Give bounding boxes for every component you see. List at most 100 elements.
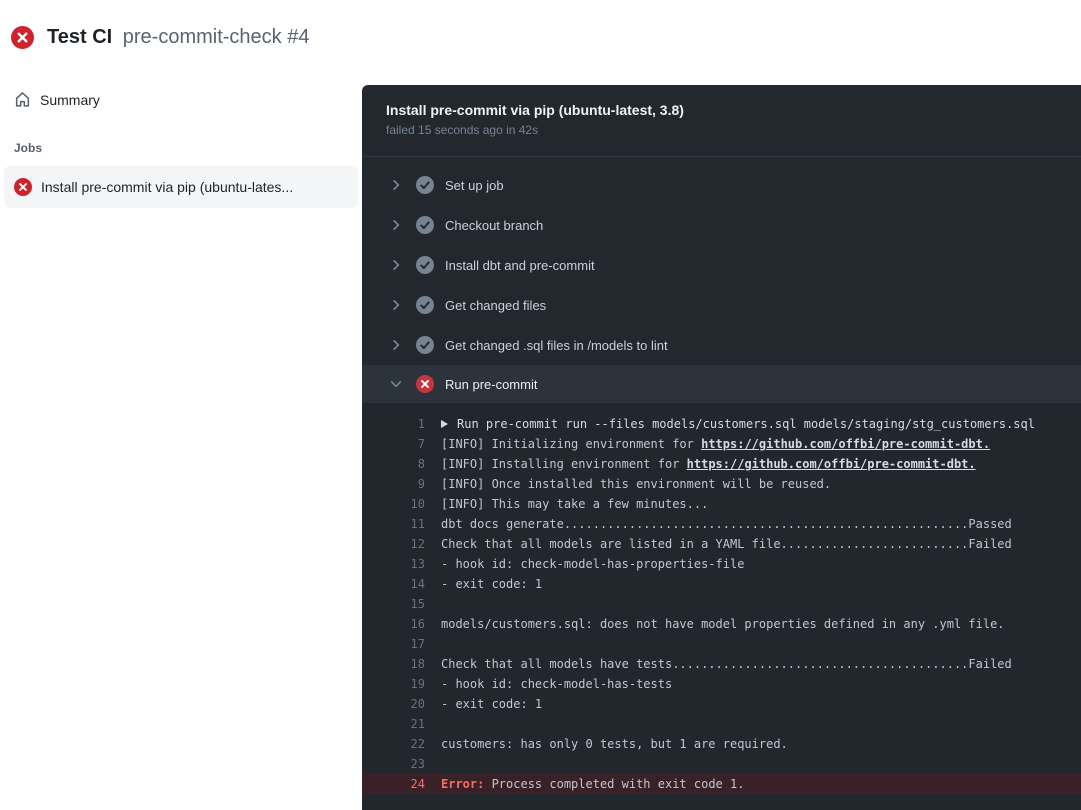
step-success-icon (416, 176, 434, 194)
log-line-number[interactable]: 22 (362, 734, 425, 754)
step-label: Get changed files (445, 298, 546, 313)
sidebar-item-summary[interactable]: Summary (0, 85, 362, 114)
log-line-text: - exit code: 1 (441, 694, 542, 714)
step-label: Get changed .sql files in /models to lin… (445, 338, 668, 353)
log-line: 15 (362, 594, 1081, 614)
error-label: Error: (441, 777, 484, 791)
log-line-number[interactable]: 7 (362, 434, 425, 454)
home-icon (14, 91, 31, 108)
log-line: 22 customers: has only 0 tests, but 1 are… (362, 734, 1081, 754)
run-title: Test CI pre-commit-check #4 (47, 26, 309, 49)
log-line: 17 (362, 634, 1081, 654)
expand-group-triangle-icon[interactable] (441, 420, 448, 428)
log-line-number[interactable]: 20 (362, 694, 425, 714)
log-line-number[interactable]: 15 (362, 594, 425, 614)
chevron-down-icon (388, 376, 404, 392)
log-line-number[interactable]: 23 (362, 754, 425, 774)
step-success-icon (416, 336, 434, 354)
job-log-panel: Install pre-commit via pip (ubuntu-lates… (362, 85, 1081, 810)
log-line-number[interactable]: 9 (362, 474, 425, 494)
log-line-number[interactable]: 10 (362, 494, 425, 514)
log-line: 1 Run pre-commit run --files models/custo… (362, 414, 1081, 434)
log-line-text: - exit code: 1 (441, 574, 542, 594)
job-status-line: failed 15 seconds ago in 42s (386, 123, 1057, 137)
log-line: 19 - hook id: check-model-has-tests (362, 674, 1081, 694)
log-line-number[interactable]: 19 (362, 674, 425, 694)
log-line-text: [INFO] Installing environment for https:… (441, 454, 976, 474)
chevron-right-icon (388, 217, 404, 233)
log-line-text: - hook id: check-model-has-properties-fi… (441, 554, 744, 574)
log-line: 9 [INFO] Once installed this environment … (362, 474, 1081, 494)
step-label: Install dbt and pre-commit (445, 258, 595, 273)
log-line: 21 (362, 714, 1081, 734)
job-label: Install pre-commit via pip (ubuntu-lates… (41, 179, 293, 195)
log-line-text: customers: has only 0 tests, but 1 are r… (441, 734, 788, 754)
log-area: 1 Run pre-commit run --files models/custo… (362, 403, 1081, 810)
log-line: 11 dbt docs generate.....................… (362, 514, 1081, 534)
chevron-right-icon (388, 297, 404, 313)
log-line: 8 [INFO] Installing environment for https… (362, 454, 1081, 474)
log-line-number[interactable]: 16 (362, 614, 425, 634)
run-name: pre-commit-check #4 (123, 26, 310, 48)
step-run-pre-commit[interactable]: Run pre-commit (362, 365, 1081, 403)
log-line-text: - hook id: check-model-has-tests (441, 674, 672, 694)
log-line-number[interactable]: 14 (362, 574, 425, 594)
step-label: Checkout branch (445, 218, 543, 233)
summary-label: Summary (40, 92, 100, 108)
log-line-text: models/customers.sql: does not have mode… (441, 614, 1005, 634)
step-checkout-branch[interactable]: Checkout branch (362, 205, 1081, 245)
job-panel-header: Install pre-commit via pip (ubuntu-lates… (362, 85, 1081, 157)
log-link[interactable]: https://github.com/offbi/pre-commit-dbt. (687, 457, 976, 471)
log-line-text: Check that all models are listed in a YA… (441, 534, 1012, 554)
log-line-number[interactable]: 24 (362, 774, 425, 794)
step-label: Run pre-commit (445, 377, 537, 392)
step-success-icon (416, 256, 434, 274)
job-failed-icon (14, 178, 32, 196)
jobs-heading: Jobs (0, 141, 362, 155)
log-line: 7 [INFO] Initializing environment for htt… (362, 434, 1081, 454)
job-title: Install pre-commit via pip (ubuntu-lates… (386, 102, 1057, 118)
log-line: 24 Error: Process completed with exit cod… (362, 774, 1081, 794)
log-line-text: Run pre-commit run --files models/custom… (441, 414, 1035, 434)
step-get-changed-files[interactable]: Get changed files (362, 285, 1081, 325)
sidebar-job-install-pre-commit[interactable]: Install pre-commit via pip (ubuntu-lates… (4, 166, 358, 208)
log-line: 16 models/customers.sql: does not have mo… (362, 614, 1081, 634)
log-line-text: dbt docs generate.......................… (441, 514, 1012, 534)
run-header: Test CI pre-commit-check #4 (11, 26, 309, 49)
log-line: 23 (362, 754, 1081, 774)
log-line-number[interactable]: 13 (362, 554, 425, 574)
log-line-number[interactable]: 12 (362, 534, 425, 554)
log-line-text: [INFO] This may take a few minutes... (441, 494, 708, 514)
log-line-text: [INFO] Initializing environment for http… (441, 434, 990, 454)
step-label: Set up job (445, 178, 504, 193)
log-line-text: [INFO] Once installed this environment w… (441, 474, 831, 494)
steps-list: Set up job Checkout branch Install dbt and… (362, 157, 1081, 403)
chevron-right-icon (388, 337, 404, 353)
step-failed-icon (416, 375, 434, 393)
log-line-text: Check that all models have tests........… (441, 654, 1012, 674)
chevron-right-icon (388, 257, 404, 273)
log-line: 10 [INFO] This may take a few minutes... (362, 494, 1081, 514)
step-success-icon (416, 216, 434, 234)
log-line: 18 Check that all models have tests......… (362, 654, 1081, 674)
log-line: 12 Check that all models are listed in a … (362, 534, 1081, 554)
log-line-number[interactable]: 18 (362, 654, 425, 674)
step-set-up-job[interactable]: Set up job (362, 165, 1081, 205)
log-link[interactable]: https://github.com/offbi/pre-commit-dbt. (701, 437, 990, 451)
log-line: 14 - exit code: 1 (362, 574, 1081, 594)
log-line-number[interactable]: 1 (362, 414, 425, 434)
log-line-number[interactable]: 8 (362, 454, 425, 474)
log-line-number[interactable]: 21 (362, 714, 425, 734)
workflow-name: Test CI (47, 26, 112, 48)
step-install-dbt-and-pre-commit[interactable]: Install dbt and pre-commit (362, 245, 1081, 285)
log-line: 13 - hook id: check-model-has-properties-… (362, 554, 1081, 574)
log-line-text: Error: Process completed with exit code … (441, 774, 744, 794)
run-failed-icon (11, 26, 34, 49)
step-get-changed-sql-files-in-models-to-lint[interactable]: Get changed .sql files in /models to lin… (362, 325, 1081, 365)
log-line-number[interactable]: 17 (362, 634, 425, 654)
sidebar: Summary Jobs Install pre-commit via pip … (0, 85, 362, 208)
step-success-icon (416, 296, 434, 314)
chevron-right-icon (388, 177, 404, 193)
log-line: 20 - exit code: 1 (362, 694, 1081, 714)
log-line-number[interactable]: 11 (362, 514, 425, 534)
